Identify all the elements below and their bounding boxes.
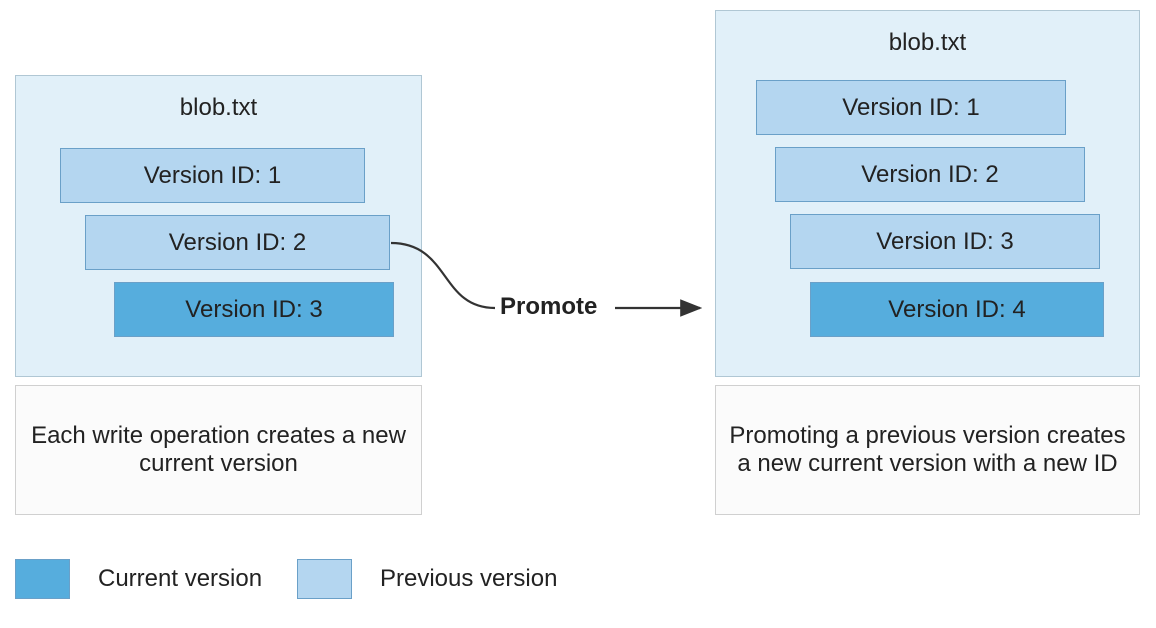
legend-swatch-current <box>15 559 70 599</box>
right-version-1: Version ID: 1 <box>756 80 1066 135</box>
right-version-2: Version ID: 2 <box>775 147 1085 202</box>
legend-label-previous: Previous version <box>380 565 557 593</box>
legend-swatch-previous <box>297 559 352 599</box>
left-version-1: Version ID: 1 <box>60 148 365 203</box>
legend-label-current: Current version <box>98 565 262 593</box>
right-version-3: Version ID: 3 <box>790 214 1100 269</box>
right-version-4: Version ID: 4 <box>810 282 1104 337</box>
left-version-3: Version ID: 3 <box>114 282 394 337</box>
left-version-2: Version ID: 2 <box>85 215 390 270</box>
